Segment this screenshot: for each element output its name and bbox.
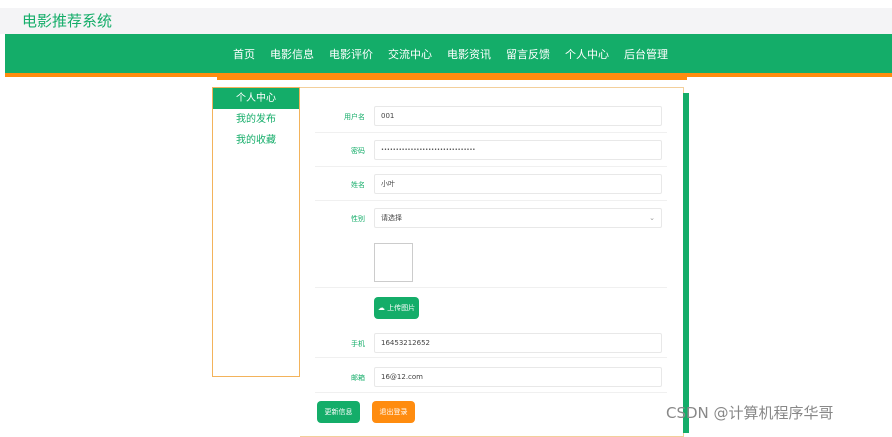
upload-image-button[interactable]: ☁ 上传图片 [374, 297, 419, 319]
gender-value: 请选择 [381, 214, 402, 222]
chevron-down-icon: ⌄ [649, 214, 655, 222]
nav-home[interactable]: 首页 [233, 46, 255, 62]
main-nav: 首页 电影信息 电影评价 交流中心 电影资讯 留言反馈 个人中心 后台管理 [5, 34, 892, 73]
update-info-button[interactable]: 更新信息 [317, 401, 360, 423]
email-label: 邮箱 [351, 374, 365, 382]
divider [315, 166, 667, 167]
nav-movies[interactable]: 电影信息 [270, 46, 314, 62]
name-label: 姓名 [351, 181, 365, 189]
username-label: 用户名 [344, 113, 365, 121]
gender-label: 性别 [351, 215, 365, 223]
site-title: 电影推荐系统 [22, 12, 113, 30]
username-input[interactable]: 001 [374, 106, 662, 126]
sidebar-item-favorites[interactable]: 我的收藏 [213, 130, 299, 151]
divider [315, 287, 667, 288]
sidebar: 个人中心 我的发布 我的收藏 [212, 87, 300, 377]
accent-bar [683, 93, 689, 433]
password-input[interactable]: •••••••••••••••••••••••••••••••• [374, 140, 662, 160]
nav-profile[interactable]: 个人中心 [565, 46, 609, 62]
divider [315, 392, 667, 393]
nav-news[interactable]: 电影资讯 [447, 46, 491, 62]
nav-reviews[interactable]: 电影评价 [329, 46, 373, 62]
nav-admin[interactable]: 后台管理 [624, 46, 668, 62]
name-input[interactable]: 小叶 [374, 174, 662, 194]
gender-select[interactable]: 请选择 ⌄ [374, 208, 662, 228]
upload-label: 上传图片 [387, 304, 416, 312]
nav-forum[interactable]: 交流中心 [388, 46, 432, 62]
divider [315, 200, 667, 201]
watermark: CSDN @计算机程序华哥 [666, 404, 834, 422]
logout-button[interactable]: 退出登录 [372, 401, 415, 423]
sidebar-item-profile[interactable]: 个人中心 [213, 88, 299, 109]
divider [315, 132, 667, 133]
phone-input[interactable]: 16453212652 [374, 333, 662, 353]
phone-label: 手机 [351, 340, 365, 348]
nav-feedback[interactable]: 留言反馈 [506, 46, 550, 62]
avatar-image [374, 243, 413, 282]
email-input[interactable]: 16@12.com [374, 367, 662, 387]
sidebar-item-my-posts[interactable]: 我的发布 [213, 109, 299, 130]
header-bar: 电影推荐系统 [0, 8, 892, 34]
divider [315, 357, 667, 358]
cloud-upload-icon: ☁ [377, 304, 385, 312]
divider [217, 77, 687, 80]
password-label: 密码 [351, 147, 365, 155]
